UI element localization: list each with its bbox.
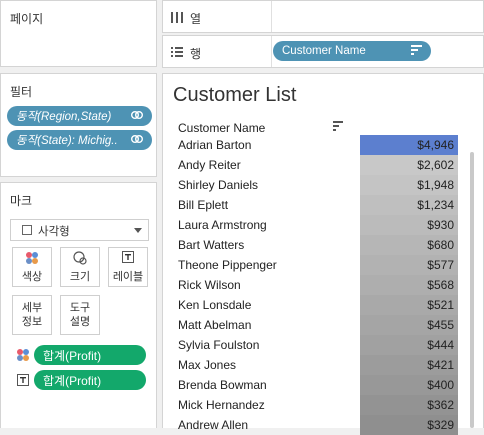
color-dots-icon [26,251,38,264]
square-icon [22,225,32,235]
profit-value: $1,234 [417,198,454,212]
text-label-icon [122,250,134,263]
columns-label-area: 열 [163,1,272,32]
mark-type-label: 사각형 [38,226,70,238]
scrollbar-track[interactable] [466,136,478,428]
profit-value: $329 [427,418,454,432]
profit-value: $568 [427,278,454,292]
profit-cell[interactable]: $680 [360,235,458,255]
customer-name-cell[interactable]: Bill Eplett [178,198,228,212]
filters-shelf[interactable]: 필터 동작(Region,State) 동작(State): Michig.. [0,73,157,177]
customer-name-cell[interactable]: Andrew Allen [178,418,248,432]
columns-icon [171,12,183,23]
rows-label-area: 행 [163,36,272,67]
customer-name-cell[interactable]: Shirley Daniels [178,178,258,192]
color-dots-icon [17,349,29,361]
scrollbar-thumb[interactable] [470,152,474,428]
size-icon [73,250,87,265]
profit-value: $362 [427,398,454,412]
customer-name-cell[interactable]: Matt Abelman [178,318,251,332]
label-card[interactable]: 레이블 [108,247,148,287]
profit-cell[interactable]: $930 [360,215,458,235]
filters-title: 필터 [10,85,33,99]
column-header: Customer Name [178,121,266,135]
color-card[interactable]: 색상 [12,247,52,287]
mark-type-dropdown[interactable]: 사각형 [10,219,149,241]
profit-value: $577 [427,258,454,272]
profit-value: $455 [427,318,454,332]
marks-title: 마크 [10,194,33,208]
marks-card: 마크 사각형 색상 크기 레이블 세부 정보 도구 설명 합계(Profit) … [0,182,157,428]
color-card-label: 색상 [21,270,43,283]
customer-name-cell[interactable]: Brenda Bowman [178,378,267,392]
profit-cell[interactable]: $568 [360,275,458,295]
profit-label-pill-label: 합계(Profit) [43,373,102,388]
link-icon [131,135,143,143]
customer-name-cell[interactable]: Theone Pippenger [178,258,277,272]
customer-name-cell[interactable]: Mick Hernandez [178,398,265,412]
rows-shelf[interactable]: 행 Customer Name [162,35,484,68]
customer-name-cell[interactable]: Bart Watters [178,238,244,252]
customer-name-cell[interactable]: Laura Armstrong [178,218,267,232]
pages-shelf[interactable]: 페이지 [0,0,157,67]
text-label-icon [17,374,29,386]
profit-label-pill[interactable]: 합계(Profit) [34,370,146,390]
tooltip-card-label: 도구 설명 [69,302,91,328]
profit-cell[interactable]: $577 [360,255,458,275]
tooltip-card[interactable]: 도구 설명 [60,295,100,335]
profit-color-pill[interactable]: 합계(Profit) [34,345,146,365]
profit-value: $2,602 [417,158,454,172]
profit-value: $4,946 [417,138,454,152]
profit-value: $680 [427,238,454,252]
profit-value: $521 [427,298,454,312]
profit-cell[interactable]: $329 [360,415,458,435]
filter-pill-label: 동작(State): Michig.. [16,135,118,147]
label-card-label: 레이블 [112,270,144,283]
customer-name-cell[interactable]: Adrian Barton [178,138,251,152]
profit-cell[interactable]: $421 [360,355,458,375]
profit-cell[interactable]: $455 [360,315,458,335]
link-icon [131,111,143,119]
size-card[interactable]: 크기 [60,247,100,287]
filter-pill-region-state[interactable]: 동작(Region,State) [7,106,152,126]
profit-cell[interactable]: $1,948 [360,175,458,195]
profit-cell[interactable]: $444 [360,335,458,355]
filter-pill-label: 동작(Region,State) [16,111,112,123]
profit-value: $444 [427,338,454,352]
pages-title: 페이지 [10,12,44,26]
chevron-down-icon [134,228,142,233]
profit-cell[interactable]: $362 [360,395,458,415]
columns-shelf[interactable]: 열 [162,0,484,33]
sort-descending-icon[interactable] [333,120,345,131]
customer-name-cell[interactable]: Rick Wilson [178,278,241,292]
profit-cell[interactable]: $2,602 [360,155,458,175]
profit-cell[interactable]: $400 [360,375,458,395]
customer-name-cell[interactable]: Andy Reiter [178,158,241,172]
profit-value: $400 [427,378,454,392]
customer-name-pill[interactable]: Customer Name [273,41,431,61]
profit-value: $930 [427,218,454,232]
view-title: Customer List [173,84,297,106]
columns-label: 열 [190,12,202,26]
customer-name-cell[interactable]: Max Jones [178,358,236,372]
sort-descending-icon[interactable] [409,43,425,59]
rows-icon [171,47,183,57]
profit-cell[interactable]: $1,234 [360,195,458,215]
size-card-label: 크기 [69,270,91,283]
customer-name-cell[interactable]: Ken Lonsdale [178,298,251,312]
profit-cell[interactable]: $4,946 [360,135,458,155]
customer-name-cell[interactable]: Sylvia Foulston [178,338,259,352]
profit-value: $1,948 [417,178,454,192]
detail-card-label: 세부 정보 [21,302,43,328]
detail-card[interactable]: 세부 정보 [12,295,52,335]
filter-pill-state-michigan[interactable]: 동작(State): Michig.. [7,130,152,150]
profit-value: $421 [427,358,454,372]
customer-name-pill-label: Customer Name [282,45,366,57]
rows-label: 행 [190,47,202,61]
profit-color-pill-label: 합계(Profit) [43,348,102,363]
profit-cell[interactable]: $521 [360,295,458,315]
